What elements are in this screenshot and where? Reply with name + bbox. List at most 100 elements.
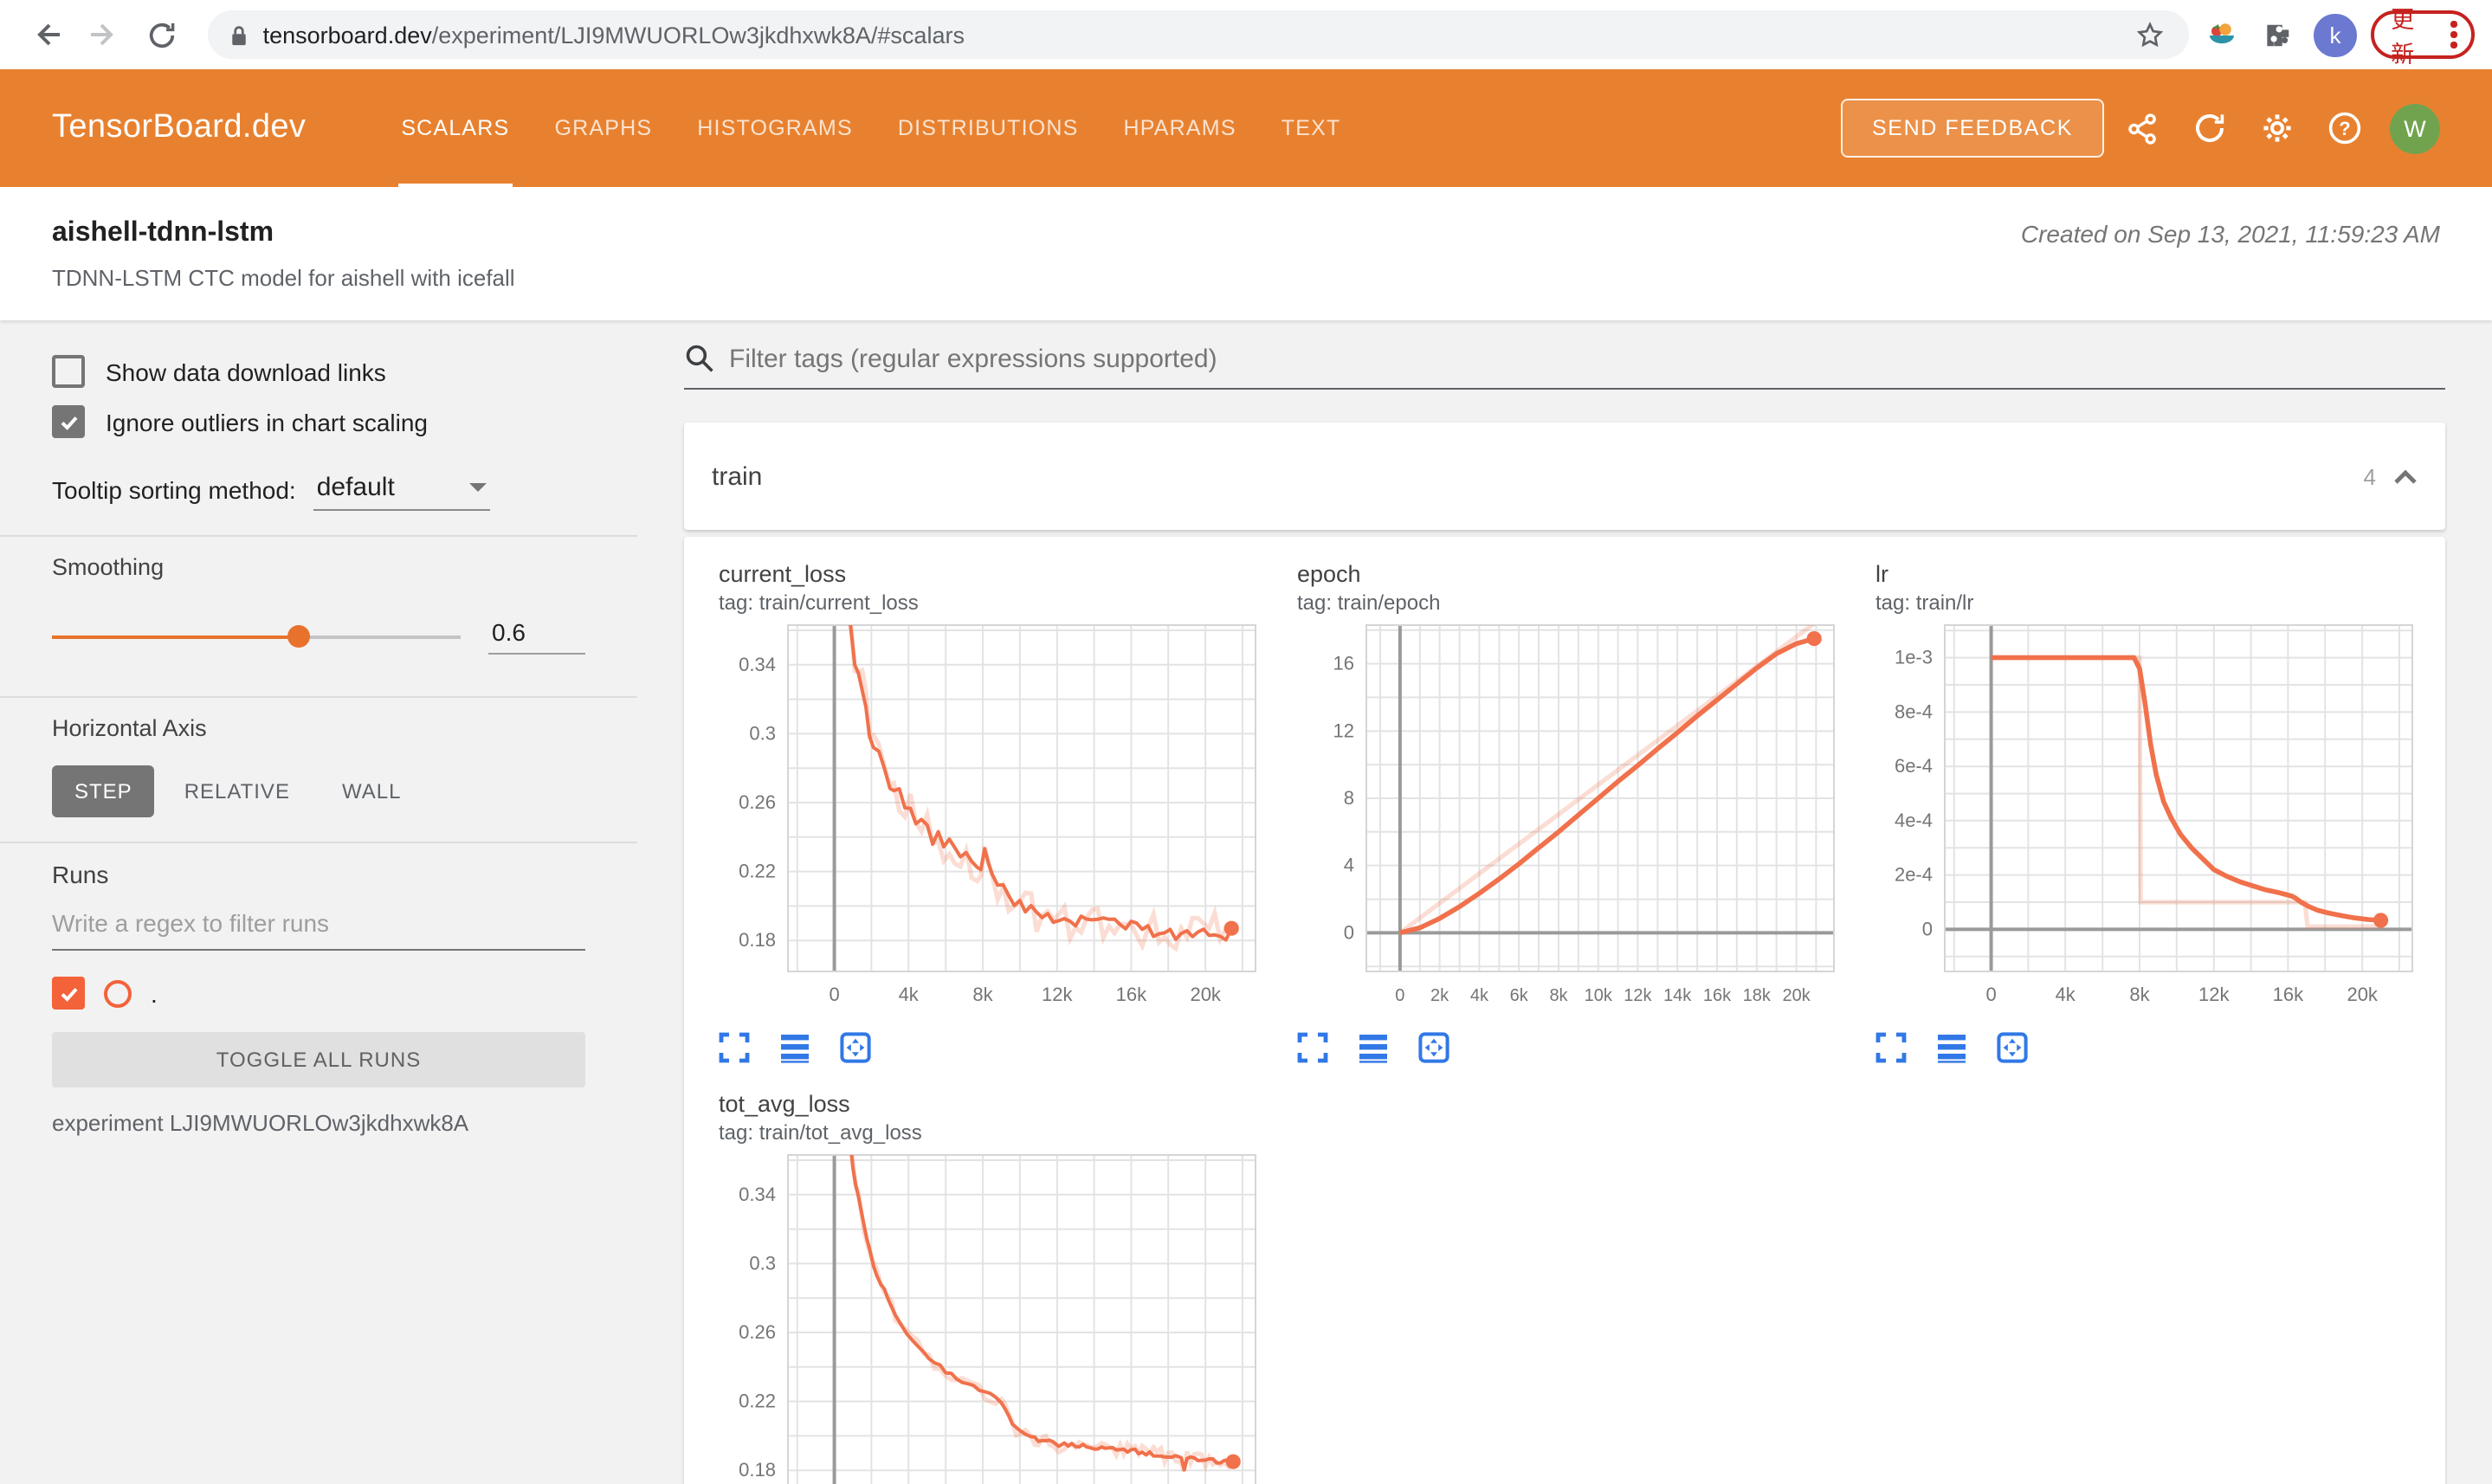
svg-text:0: 0 [1395, 986, 1404, 1005]
axis-relative-button[interactable]: RELATIVE [162, 765, 313, 817]
user-avatar[interactable]: W [2390, 103, 2440, 153]
settings-gear-icon[interactable] [2248, 99, 2307, 158]
tab-hparams[interactable]: HPARAMS [1101, 69, 1259, 187]
chart-plot[interactable]: 0.180.220.260.30.3404k8k12k16k20k [705, 618, 1266, 1029]
log-scale-icon[interactable] [1358, 1032, 1389, 1063]
log-scale-icon[interactable] [1936, 1032, 1967, 1063]
tab-graphs[interactable]: GRAPHS [532, 69, 675, 187]
send-feedback-button[interactable]: SEND FEEDBACK [1841, 99, 2104, 158]
chart-plot[interactable]: 0 4 8 12 16 0 2k 4k 6k 8k 10k 12k 14k 16k 18k 20k [1283, 618, 1844, 1029]
svg-text:0.34: 0.34 [739, 654, 776, 675]
filter-tags-input[interactable]: Filter tags (regular expressions support… [684, 343, 2445, 390]
chevron-up-icon[interactable] [2393, 468, 2418, 484]
expand-chart-icon[interactable] [719, 1032, 750, 1063]
runs-filter-input[interactable]: Write a regex to filter runs [52, 909, 585, 951]
app-header: TensorBoard.dev SCALARS GRAPHS HISTOGRAM… [0, 69, 2492, 187]
svg-text:0.3: 0.3 [749, 1252, 776, 1274]
tab-distributions[interactable]: DISTRIBUTIONS [875, 69, 1101, 187]
fit-domain-icon[interactable] [1418, 1032, 1449, 1063]
fit-domain-icon[interactable] [1997, 1032, 2028, 1063]
bookmark-star-icon[interactable] [2135, 20, 2168, 49]
back-icon[interactable] [24, 12, 68, 57]
chrome-update-menu[interactable]: 更新 [2370, 7, 2475, 68]
horizontal-axis-label: Horizontal Axis [52, 715, 207, 741]
svg-text:0.26: 0.26 [739, 791, 776, 813]
chart-tag: tag: train/epoch [1297, 590, 1441, 615]
chart-title: epoch [1297, 561, 1361, 587]
svg-text:2k: 2k [1430, 986, 1449, 1005]
svg-text:8k: 8k [972, 984, 993, 1005]
svg-text:4: 4 [1344, 855, 1354, 876]
show-download-links-checkbox[interactable] [52, 355, 85, 388]
update-label: 更新 [2391, 7, 2415, 68]
smoothing-value[interactable]: 0.6 [488, 618, 585, 655]
expand-chart-icon[interactable] [1875, 1032, 1907, 1063]
tab-text[interactable]: TEXT [1259, 69, 1364, 187]
tag-group-header[interactable]: train 4 [684, 423, 2445, 530]
tab-scalars[interactable]: SCALARS [378, 69, 532, 187]
svg-text:4k: 4k [2056, 984, 2076, 1005]
browser-profile-avatar[interactable]: k [2314, 13, 2357, 56]
settings-sidebar: Show data download links Ignore outliers… [0, 320, 637, 1484]
address-bar[interactable]: tensorboard.dev/experiment/LJI9MWUORLOw3… [207, 10, 2189, 59]
chart-plot[interactable]: 0 2e-4 4e-4 6e-4 8e-4 1e-3 0 4k 8k 12k 16k 20k [1862, 618, 2423, 1029]
toggle-all-runs-button[interactable]: TOGGLE ALL RUNS [52, 1032, 585, 1087]
run-checkbox[interactable] [52, 977, 85, 1010]
axis-wall-button[interactable]: WALL [320, 765, 423, 817]
nav-tabs: SCALARS GRAPHS HISTOGRAMS DISTRIBUTIONS … [378, 69, 1363, 187]
experiment-name: aishell-tdnn-lstm [52, 217, 274, 247]
svg-text:14k: 14k [1663, 986, 1692, 1005]
checkbox-label: Ignore outliers in chart scaling [106, 408, 428, 436]
svg-text:0.18: 0.18 [739, 929, 776, 951]
svg-text:1e-3: 1e-3 [1895, 647, 1933, 668]
svg-text:0.22: 0.22 [739, 1390, 776, 1412]
charts-container: current_loss tag: train/current_loss 0.1… [684, 537, 2445, 1484]
svg-text:0.18: 0.18 [739, 1459, 776, 1481]
checkbox-label: Show data download links [106, 358, 386, 385]
axis-step-button[interactable]: STEP [52, 765, 155, 817]
app-logo: TensorBoard.dev [52, 109, 307, 145]
expand-chart-icon[interactable] [1297, 1032, 1328, 1063]
svg-text:16: 16 [1333, 653, 1354, 674]
svg-text:0: 0 [1344, 921, 1354, 943]
browser-chrome: tensorboard.dev/experiment/LJI9MWUORLOw3… [0, 0, 2492, 69]
chevron-down-icon [468, 483, 487, 492]
smoothing-slider[interactable] [52, 624, 461, 647]
svg-text:4k: 4k [1470, 986, 1489, 1005]
chart-title: current_loss [719, 561, 847, 587]
url-host: tensorboard.dev [262, 22, 432, 48]
reload-icon[interactable] [139, 12, 184, 57]
svg-text:20k: 20k [1782, 986, 1811, 1005]
lock-icon [229, 23, 249, 46]
svg-text:12k: 12k [2198, 984, 2230, 1005]
svg-text:?: ? [2339, 118, 2350, 139]
svg-text:0.22: 0.22 [739, 861, 776, 882]
svg-text:0: 0 [1922, 918, 1933, 939]
log-scale-icon[interactable] [779, 1032, 810, 1063]
chart-tag: tag: train/tot_avg_loss [719, 1120, 922, 1145]
search-icon [684, 343, 715, 374]
share-icon[interactable] [2113, 99, 2172, 158]
extensions-puzzle-icon[interactable] [2256, 12, 2301, 57]
ignore-outliers-checkbox[interactable] [52, 405, 85, 438]
svg-text:0.3: 0.3 [749, 722, 776, 744]
tooltip-sorting-select[interactable]: default [313, 473, 490, 511]
tab-histograms[interactable]: HISTOGRAMS [675, 69, 875, 187]
svg-text:12: 12 [1333, 719, 1354, 741]
help-icon[interactable]: ? [2315, 99, 2374, 158]
svg-text:0.34: 0.34 [739, 1184, 776, 1205]
ignore-outliers-row[interactable]: Ignore outliers in chart scaling [52, 405, 585, 438]
smoothing-slider-knob[interactable] [287, 624, 310, 647]
show-download-links-row[interactable]: Show data download links [52, 355, 585, 388]
svg-text:6k: 6k [1510, 986, 1529, 1005]
chart-plot[interactable]: 0.180.220.260.30.3404k8k12k16k20k [705, 1148, 1266, 1484]
tag-group-count: 4 [2363, 463, 2376, 489]
runs-label: Runs [52, 861, 109, 888]
extension-bowl-icon[interactable] [2201, 12, 2245, 57]
fit-domain-icon[interactable] [840, 1032, 871, 1063]
refresh-icon[interactable] [2180, 99, 2239, 158]
forward-icon[interactable] [82, 12, 126, 57]
experiment-created-date: Created on Sep 13, 2021, 11:59:23 AM [2020, 220, 2440, 248]
run-row[interactable]: . [52, 977, 585, 1010]
svg-text:4k: 4k [899, 984, 920, 1005]
